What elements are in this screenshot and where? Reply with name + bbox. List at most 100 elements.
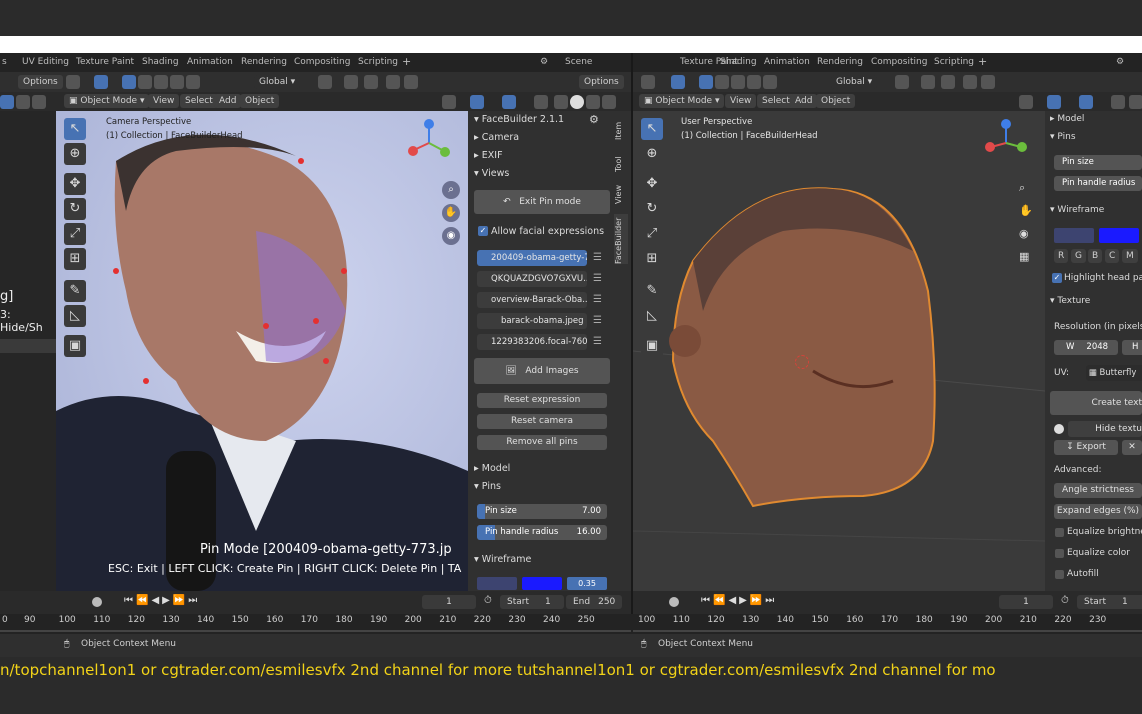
tab-rendering[interactable]: Rendering	[241, 57, 287, 67]
right-texture-section[interactable]: ▾ Texture	[1050, 296, 1090, 306]
m-button[interactable]: M	[1122, 249, 1138, 263]
create-texture-button[interactable]: Create text	[1050, 391, 1142, 415]
falloff-icon-right[interactable]	[981, 75, 995, 89]
reset-expression-button[interactable]: Reset expression	[477, 393, 607, 408]
annotate-tool[interactable]: ✎	[64, 280, 86, 302]
height-field[interactable]: H	[1122, 340, 1142, 355]
tab-texture-paint[interactable]: Texture Paint	[76, 57, 134, 67]
add-workspace-icon[interactable]: +	[402, 55, 411, 68]
vtab-facebuilder[interactable]: FaceBuilder	[614, 214, 628, 264]
pivot-icon-right[interactable]	[895, 75, 909, 89]
menu-view[interactable]: View	[148, 94, 180, 108]
transform-tool[interactable]: ⊞	[64, 248, 86, 270]
tab-scripting-right[interactable]: Scripting	[934, 57, 974, 67]
editor-type-icon[interactable]	[66, 75, 80, 89]
tab-compositing-right[interactable]: Compositing	[871, 57, 927, 67]
image-row[interactable]: barack-obama.jpeg	[477, 313, 587, 329]
right-wire-swatch-2[interactable]	[1099, 228, 1139, 243]
record-icon-right[interactable]	[669, 597, 679, 607]
snap-icon-right[interactable]	[921, 75, 935, 89]
end-frame-field[interactable]: End 250	[566, 595, 622, 609]
right-model-section[interactable]: ▸ Model	[1050, 114, 1084, 124]
proportional-edit-icon-right[interactable]	[963, 75, 977, 89]
transform-orientation-dropdown[interactable]: Global ▾	[254, 75, 301, 89]
tab-rendering-right[interactable]: Rendering	[817, 57, 863, 67]
options-button-right[interactable]: Options	[579, 75, 624, 89]
gizmo-toggle-icon-right[interactable]	[1047, 95, 1061, 109]
menu-view-right[interactable]: View	[725, 94, 757, 108]
pin-radius-slider[interactable]: Pin handle radius 16.00	[477, 525, 607, 540]
expand-edges-field[interactable]: Expand edges (%)	[1054, 504, 1142, 519]
tab-shading-right[interactable]: Shading	[720, 57, 757, 67]
wireframe-shading-icon[interactable]	[554, 95, 568, 109]
menu-add-right[interactable]: Add	[790, 94, 818, 108]
scene-label[interactable]: Scene	[565, 57, 592, 67]
c-button[interactable]: C	[1105, 249, 1120, 263]
menu-select[interactable]: Select	[180, 94, 218, 108]
vtab-item[interactable]: Item	[614, 118, 628, 140]
select-invert-icon-right[interactable]	[747, 75, 761, 89]
scroll-bar-left[interactable]	[0, 630, 631, 632]
eq-color-checkbox[interactable]	[1055, 549, 1064, 558]
select-tool[interactable]: ↖	[64, 118, 86, 140]
pin-size-slider[interactable]: Pin size 7.00	[477, 504, 607, 519]
current-frame-field[interactable]: 1	[422, 595, 476, 609]
add-workspace-icon-right[interactable]: +	[978, 55, 987, 68]
image-menu-icon[interactable]: ☰	[593, 252, 605, 264]
navigation-gizmo[interactable]	[404, 117, 454, 167]
add-cube-tool-right[interactable]: ▣	[641, 335, 663, 357]
cursor-tool[interactable]: ⊕	[64, 143, 86, 165]
allow-expressions-checkbox[interactable]: ✓	[478, 226, 488, 236]
vtab-tool[interactable]: Tool	[614, 150, 628, 172]
visibility-icon[interactable]	[442, 95, 456, 109]
mode-dropdown-right[interactable]: ▣ Object Mode ▾	[639, 94, 725, 108]
reset-camera-button[interactable]: Reset camera	[477, 414, 607, 429]
scroll-bar-right[interactable]	[633, 630, 1142, 632]
visibility-icon-right[interactable]	[1019, 95, 1033, 109]
select-tool-icon[interactable]	[94, 75, 108, 89]
autofill-checkbox[interactable]	[1055, 570, 1064, 579]
vtab-view[interactable]: View	[614, 182, 628, 204]
mode-dropdown[interactable]: ▣ Object Mode ▾	[64, 94, 150, 108]
gizmo-toggle-icon[interactable]	[470, 95, 484, 109]
xray-icon[interactable]	[534, 95, 548, 109]
image-row[interactable]: 200409-obama-getty-7...	[477, 250, 587, 266]
select-extend-icon[interactable]	[138, 75, 152, 89]
select-invert-icon[interactable]	[170, 75, 184, 89]
export-button[interactable]: ↧ Export	[1054, 440, 1118, 455]
image-menu-icon[interactable]: ☰	[593, 315, 605, 327]
exit-pin-mode-button[interactable]: ↶ Exit Pin mode	[474, 190, 610, 214]
delete-texture-icon[interactable]: ✕	[1122, 440, 1142, 455]
tab-scripting[interactable]: Scripting	[358, 57, 398, 67]
measure-tool[interactable]: ◺	[64, 305, 86, 327]
model-section[interactable]: ▸ Model	[474, 463, 510, 474]
snap-target-icon[interactable]	[364, 75, 378, 89]
views-section[interactable]: ▾ Views	[474, 168, 509, 179]
g-button[interactable]: G	[1071, 249, 1086, 263]
3d-cursor-icon[interactable]	[795, 355, 809, 369]
pivot-icon[interactable]	[318, 75, 332, 89]
measure-tool-right[interactable]: ◺	[641, 305, 663, 327]
select-tool-icon-right[interactable]	[671, 75, 685, 89]
shading-render-icon[interactable]	[32, 95, 46, 109]
rendered-shading-icon[interactable]	[602, 95, 616, 109]
wire-color-swatch[interactable]	[477, 577, 517, 590]
rotate-tool-right[interactable]: ↻	[641, 198, 663, 220]
select-box-icon-right[interactable]	[699, 75, 713, 89]
right-wireframe-section[interactable]: ▾ Wireframe	[1050, 205, 1104, 215]
transform-tool-right[interactable]: ⊞	[641, 248, 663, 270]
b-button[interactable]: B	[1088, 249, 1103, 263]
select-subtract-icon[interactable]	[154, 75, 168, 89]
image-menu-icon[interactable]: ☰	[593, 336, 605, 348]
overlay-toggle-icon-right[interactable]	[1079, 95, 1093, 109]
orientation-dropdown-right[interactable]: Global ▾	[831, 75, 878, 89]
uv-dropdown[interactable]: ▦ Butterfly	[1086, 365, 1142, 381]
move-tool-right[interactable]: ✥	[641, 173, 663, 195]
tab-shading[interactable]: Shading	[142, 57, 179, 67]
angle-strictness-field[interactable]: Angle strictness	[1054, 483, 1142, 498]
highlight-checkbox[interactable]: ✓	[1052, 273, 1062, 283]
image-menu-icon[interactable]: ☰	[593, 294, 605, 306]
exif-section[interactable]: ▸ EXIF	[474, 150, 503, 161]
scale-tool[interactable]: ⤢	[64, 223, 86, 245]
solid-shading-icon[interactable]	[570, 95, 584, 109]
